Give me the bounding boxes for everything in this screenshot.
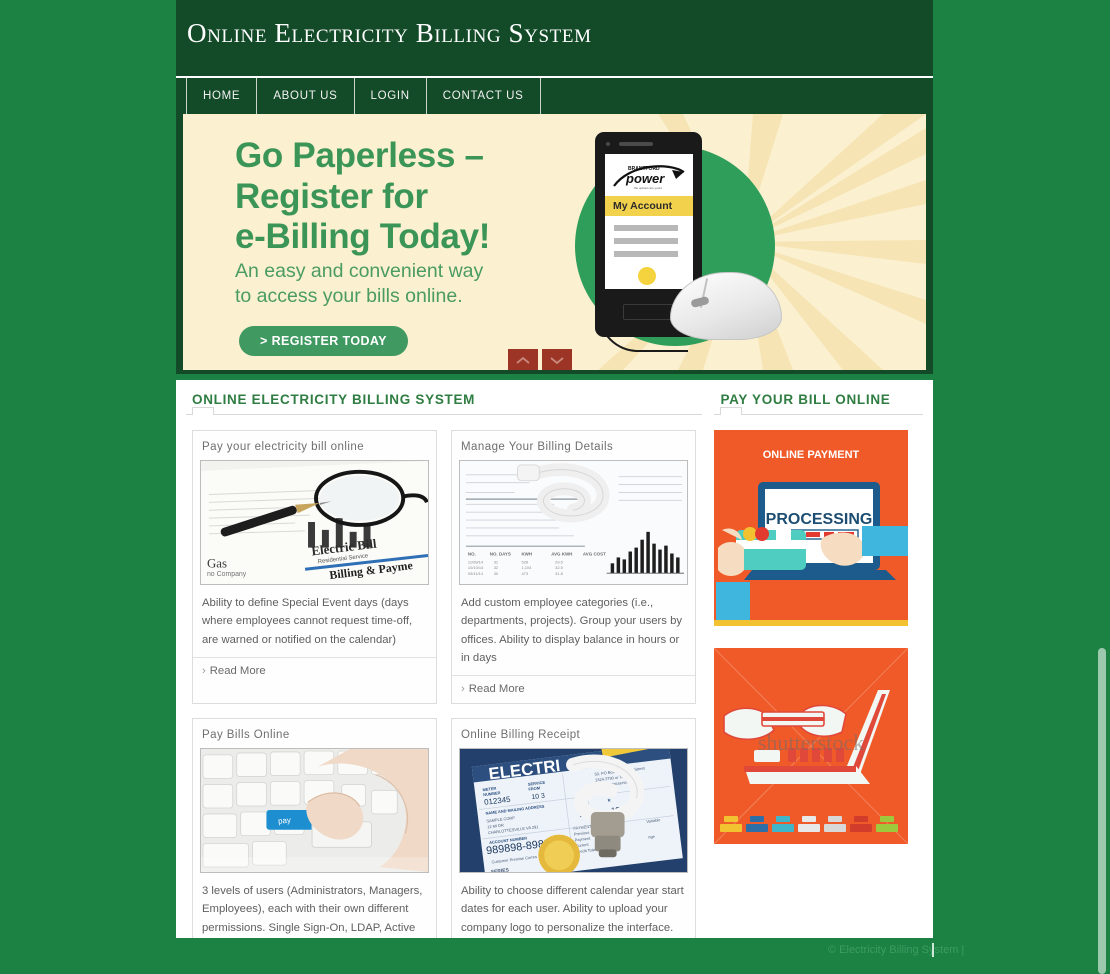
text-caret <box>932 943 934 957</box>
sidebar-column: PAY YOUR BILL ONLINE ONLINE PAYMENT PROC… <box>714 392 923 938</box>
main-navigation: HOME ABOUT US LOGIN CONTACT US <box>176 78 933 114</box>
main-section-heading: ONLINE ELECTRICITY BILLING SYSTEM <box>192 392 476 407</box>
svg-text:AVG KWH: AVG KWH <box>551 551 572 556</box>
card-image: ELECTRI METER NUMBER SERVICE FROM NAME AND… <box>459 748 688 874</box>
svg-text:KWH: KWH <box>521 551 532 556</box>
svg-text:NO.: NO. <box>468 551 476 556</box>
card-title: Pay Bills Online <box>202 729 290 742</box>
nav-item-about-us[interactable]: ABOUT US <box>257 78 355 114</box>
card-image: NO. NO. DAYS KWH AVG KWH AVG COST 11/08/14 3… <box>459 460 688 585</box>
sidebar-section-divider <box>714 407 923 415</box>
nav-item-home[interactable]: HOME <box>186 78 258 114</box>
banner-heading: Go Paperless – Register for e-Billing To… <box>235 136 490 258</box>
card-title: Pay your electricity bill online <box>202 441 365 453</box>
site-header: Online Electricity Billing System <box>176 0 933 76</box>
phone-content-line <box>614 251 678 257</box>
svg-text:11/08/14: 11/08/14 <box>468 559 484 564</box>
sidebar-section-heading: PAY YOUR BILL ONLINE <box>720 392 891 407</box>
cfl-bulb-bill-photo-illustration: NO. NO. DAYS KWH AVG KWH AVG COST 11/08/14 3… <box>460 461 687 584</box>
hands-credit-card-laptop-illustration: shutterstock <box>714 648 909 844</box>
nav-filler <box>541 78 934 114</box>
phone-content-line <box>614 225 678 231</box>
svg-text:the options are yours: the options are yours <box>634 186 663 190</box>
svg-text:31: 31 <box>494 559 498 564</box>
banner-subtext-line1: An easy and convenient way <box>235 260 484 282</box>
footer-copyright: © Electricity Billing System | <box>828 944 965 956</box>
svg-text:Gas: Gas <box>207 556 227 570</box>
chevron-down-icon <box>550 356 564 364</box>
chevron-up-icon <box>516 356 530 364</box>
billing-receipt-bulb-photo-illustration: ELECTRI METERNUMBER SERVICEFROM NAME AND… <box>460 749 687 873</box>
phone-content-line <box>614 238 678 244</box>
feature-card[interactable]: Pay your electricity bill online Electri… <box>192 430 437 705</box>
sidebar-image-card-laptop: shutterstock <box>714 648 909 844</box>
svg-text:pay: pay <box>278 816 292 826</box>
card-title: Manage Your Billing Details <box>461 441 614 453</box>
svg-text:10/10/14: 10/10/14 <box>468 565 484 570</box>
feature-card[interactable]: Online Billing Receipt ELECTRI METER NUMB… <box>451 718 696 974</box>
svg-text:1,104: 1,104 <box>521 565 532 570</box>
brantford-power-logo: BRANTFORD power the options are yours <box>613 165 685 190</box>
content-wrapper: ONLINE ELECTRICITY BILLING SYSTEM Pay yo… <box>176 380 933 974</box>
shutterstock-watermark: shutterstock <box>758 730 864 755</box>
main-section-divider <box>186 407 703 415</box>
banner-heading-line1: Go Paperless – <box>235 136 484 175</box>
electric-bill-photo-illustration: Electric Bill Residential Service Billin… <box>201 461 428 584</box>
svg-text:09/11/14: 09/11/14 <box>468 571 484 576</box>
read-more-label: Read More <box>209 664 266 677</box>
banner-subtext-line2: to access your bills online. <box>235 285 463 308</box>
page-scrollbar-track[interactable] <box>1098 0 1108 974</box>
nav-item-login[interactable]: LOGIN <box>355 78 427 114</box>
card-description: Add custom employee categories (i.e., de… <box>461 597 683 664</box>
chevron-right-icon: › <box>461 683 465 696</box>
banner-subtext: An easy and convenient way to access you… <box>235 259 483 310</box>
svg-text:power: power <box>625 171 665 186</box>
footer-band <box>176 938 933 974</box>
main-column: ONLINE ELECTRICITY BILLING SYSTEM Pay yo… <box>186 392 703 974</box>
card-image: pay <box>200 748 429 874</box>
online-payment-caption: ONLINE PAYMENT <box>763 449 860 461</box>
sidebar-image-online-payment: ONLINE PAYMENT PROCESSING <box>714 430 909 626</box>
keyboard-pay-key-photo-illustration: pay <box>201 749 428 873</box>
feature-card-grid: Pay your electricity bill online Electri… <box>186 430 702 974</box>
phone-my-account-label: My Account <box>605 196 693 216</box>
read-more-link[interactable]: ›Read More <box>193 656 436 685</box>
chevron-right-icon: › <box>202 664 206 677</box>
svg-text:NO. DAYS: NO. DAYS <box>490 551 511 556</box>
card-title: Online Billing Receipt <box>461 729 581 742</box>
page-root: Online Electricity Billing System HOME A… <box>0 0 1110 974</box>
feature-card[interactable]: Pay Bills Online pay 3 levels of users (… <box>192 718 437 974</box>
svg-text:AVG COST: AVG COST <box>583 551 606 556</box>
svg-text:473: 473 <box>521 571 528 576</box>
phone-camera-icon <box>606 142 610 146</box>
phone-screen: BRANTFORD power the options are yours My… <box>605 154 693 289</box>
card-image: Electric Bill Residential Service Billin… <box>200 460 429 585</box>
page-scrollbar-thumb[interactable] <box>1098 648 1106 974</box>
banner-heading-line2: Register for <box>235 176 428 216</box>
carousel-controls <box>508 349 572 370</box>
svg-text:32.5: 32.5 <box>555 565 564 570</box>
nav-item-contact-us[interactable]: CONTACT US <box>427 78 541 114</box>
banner-heading-line3: e-Billing Today! <box>235 217 491 257</box>
feature-card[interactable]: Manage Your Billing Details NO. NO. DAYS… <box>451 430 696 705</box>
online-payment-processing-illustration: ONLINE PAYMENT PROCESSING <box>714 430 909 626</box>
svg-text:528: 528 <box>521 559 528 564</box>
phone-speaker-icon <box>619 142 653 146</box>
promo-banner: Go Paperless – Register for e-Billing To… <box>183 114 926 370</box>
carousel-prev-button[interactable] <box>508 349 538 370</box>
svg-text:32: 32 <box>494 565 498 570</box>
carousel-next-button[interactable] <box>542 349 572 370</box>
read-more-link[interactable]: ›Read More <box>452 675 695 703</box>
register-today-button[interactable]: > REGISTER TODAY <box>239 326 408 356</box>
svg-text:no Company: no Company <box>207 571 247 578</box>
card-description: Ability to define Special Event days (da… <box>202 597 413 646</box>
processing-screen-text: PROCESSING <box>766 511 873 528</box>
read-more-label: Read More <box>468 683 525 696</box>
banner-frame: Go Paperless – Register for e-Billing To… <box>176 114 933 374</box>
phone-yellow-dot <box>638 267 656 285</box>
page-title: Online Electricity Billing System <box>187 18 592 48</box>
svg-text:31.8: 31.8 <box>555 571 564 576</box>
svg-text:29.5: 29.5 <box>555 559 564 564</box>
